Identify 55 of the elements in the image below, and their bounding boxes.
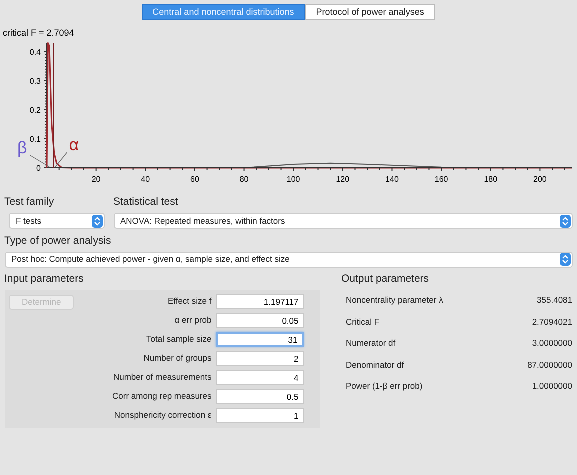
parameter-label: Noncentrality parameter λ bbox=[346, 294, 444, 308]
tick-label: 80 bbox=[240, 175, 249, 184]
parameter-value: 87.0000000 bbox=[528, 358, 572, 372]
input-field[interactable]: 0.05 bbox=[216, 313, 304, 328]
tick-label: 120 bbox=[336, 175, 350, 184]
tick-label: 160 bbox=[434, 175, 448, 184]
tick-label: 100 bbox=[286, 175, 300, 184]
tick-label: 200 bbox=[534, 175, 547, 184]
leader-line bbox=[55, 152, 68, 168]
parameter-label: Power (1-β err prob) bbox=[346, 380, 423, 394]
power-analysis-dropdown[interactable]: Post hoc: Compute achieved power - given α, sample size, and effect size bbox=[4, 252, 572, 268]
stepper-icon bbox=[92, 214, 102, 228]
tick-label: 60 bbox=[190, 175, 200, 184]
parameter-label: Nonsphericity correction ε bbox=[114, 409, 212, 422]
input-field[interactable]: 4 bbox=[216, 370, 304, 386]
tick-label: 0.4 bbox=[30, 48, 41, 57]
tab[interactable]: Protocol of power analyses bbox=[305, 4, 436, 20]
parameter-value: 2.7094021 bbox=[532, 316, 572, 329]
tick-label: 0.1 bbox=[30, 135, 41, 144]
parameter-label: Numerator df bbox=[346, 337, 396, 350]
input-field[interactable]: 31 bbox=[216, 332, 304, 348]
tick-label: 0.3 bbox=[30, 77, 41, 86]
parameter-label: Number of measurements bbox=[113, 371, 212, 384]
input-field[interactable]: 1.197117 bbox=[216, 294, 304, 310]
section-title: Output parameters bbox=[342, 272, 430, 287]
parameter-label: α err prob bbox=[174, 314, 212, 328]
annotation-label: β bbox=[18, 138, 28, 158]
stepper-icon bbox=[560, 214, 570, 228]
tick-label: 140 bbox=[386, 175, 399, 184]
tick-label: 20 bbox=[92, 175, 101, 184]
chart-title: critical F = 2.7094 bbox=[3, 28, 74, 38]
test-family-dropdown[interactable]: F tests bbox=[9, 213, 104, 229]
input-field[interactable]: 0.5 bbox=[216, 389, 304, 404]
parameter-value: 1.0000000 bbox=[532, 380, 572, 394]
stepper-icon bbox=[560, 253, 570, 266]
section-title: Input parameters bbox=[4, 272, 85, 287]
parameter-value: 3.0000000 bbox=[532, 337, 572, 350]
parameter-label: Corr among rep measures bbox=[112, 390, 212, 404]
field-label: Type of power analysis bbox=[4, 234, 112, 248]
tick-label: 0.2 bbox=[30, 106, 41, 115]
tick-label: 0 bbox=[36, 164, 41, 173]
parameter-label: Total sample size bbox=[146, 333, 212, 346]
statistical-test-dropdown[interactable]: ANOVA: Repeated measures, within factors bbox=[114, 213, 572, 229]
annotation-label: α bbox=[69, 136, 80, 155]
tick-label: 40 bbox=[141, 175, 150, 184]
parameter-label: Number of groups bbox=[144, 352, 212, 366]
parameter-label: Denominator df bbox=[346, 358, 404, 372]
parameter-label: Effect size f bbox=[168, 295, 212, 308]
input-field[interactable]: 2 bbox=[216, 351, 304, 366]
parameter-label: Critical F bbox=[346, 316, 380, 329]
input-field[interactable]: 1 bbox=[216, 408, 304, 424]
field-label: Test family bbox=[4, 195, 56, 210]
tick-label: 180 bbox=[484, 175, 498, 184]
field-label: Statistical test bbox=[114, 195, 180, 210]
parameter-value: 355.4081 bbox=[537, 294, 572, 308]
